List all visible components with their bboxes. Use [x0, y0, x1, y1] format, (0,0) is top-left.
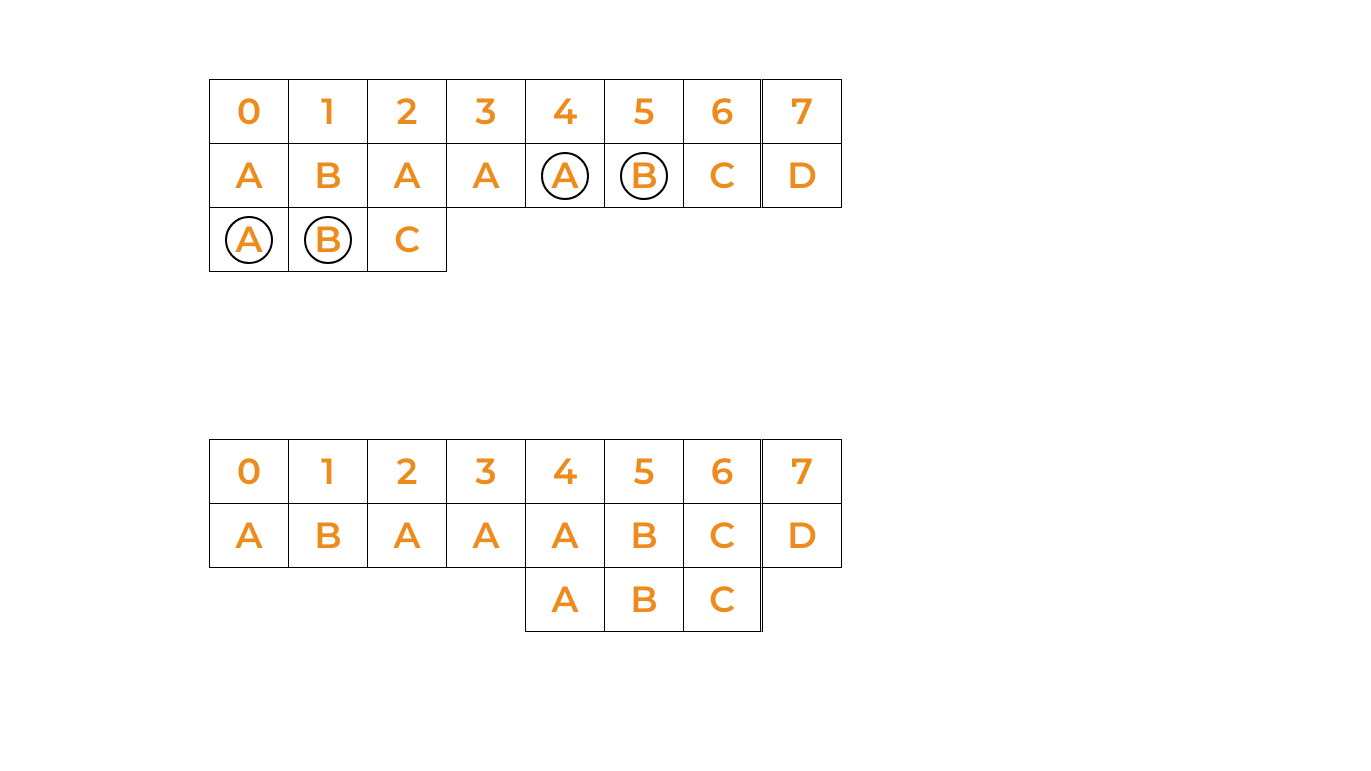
cell-value: B: [630, 578, 657, 622]
cell: 5: [604, 79, 684, 144]
cell: A: [209, 207, 289, 272]
cell-value: C: [709, 514, 735, 558]
cell: 3: [446, 79, 526, 144]
cell-value: 7: [791, 90, 813, 134]
cell-value: 2: [397, 450, 418, 494]
cell: B: [288, 143, 368, 208]
cell-value: 4: [553, 90, 577, 134]
cell: B: [288, 503, 368, 568]
cell: A: [446, 503, 526, 568]
cell-value: D: [787, 154, 817, 198]
cell-value: 6: [711, 450, 734, 494]
cell-value: 3: [476, 90, 497, 134]
cell-value: 5: [633, 450, 654, 494]
row: A B C: [210, 568, 842, 632]
cell: 4: [525, 439, 605, 504]
cell-value: 0: [237, 450, 261, 494]
cell-value: 0: [237, 90, 261, 134]
cell-value: A: [236, 514, 263, 558]
cell: C: [683, 143, 763, 208]
cell-value: 6: [711, 90, 734, 134]
cell-value: A: [394, 514, 421, 558]
cell-value: A: [394, 154, 421, 198]
cell-value: A: [552, 514, 579, 558]
cell: A: [367, 503, 447, 568]
cell: D: [762, 503, 842, 568]
spacer-cell: [288, 567, 368, 632]
cell-value: 4: [553, 450, 577, 494]
cell: A: [209, 503, 289, 568]
cell: 7: [762, 79, 842, 144]
row: ABAAABCD: [210, 504, 842, 568]
cell: 1: [288, 79, 368, 144]
cell-value: C: [394, 218, 420, 262]
cell-value: 5: [633, 90, 654, 134]
cell-value: B: [630, 514, 657, 558]
cell: D: [762, 143, 842, 208]
cell: A: [209, 143, 289, 208]
cell-value: 3: [476, 450, 497, 494]
cell-value: 2: [397, 90, 418, 134]
cell-value: B: [314, 218, 341, 262]
cell: 2: [367, 439, 447, 504]
cell-value: A: [552, 154, 579, 198]
cell: 2: [367, 79, 447, 144]
cell-value: A: [236, 154, 263, 198]
cell: A: [525, 503, 605, 568]
diagram-bottom: 01234567ABAAABCDABC: [210, 440, 842, 632]
cell: 6: [683, 439, 763, 504]
spacer-cell: [209, 567, 289, 632]
cell: C: [683, 567, 763, 632]
cell-value: B: [314, 514, 341, 558]
cell-value: B: [314, 154, 341, 198]
cell: 4: [525, 79, 605, 144]
row: 0 1 2 3 4 5 6 7: [210, 80, 842, 144]
cell-value: B: [630, 154, 657, 198]
cell-value: 1: [321, 450, 335, 494]
cell: B: [604, 503, 684, 568]
cell-value: D: [787, 514, 817, 558]
row: 0 1 2 3 4 5 6 7: [210, 440, 842, 504]
cell: A: [525, 567, 605, 632]
cell: 5: [604, 439, 684, 504]
cell-value: A: [473, 514, 500, 558]
cell-value: 7: [791, 450, 813, 494]
spacer-cell: [446, 567, 526, 632]
cell: B: [288, 207, 368, 272]
cell: 0: [209, 79, 289, 144]
row: A B C: [210, 208, 842, 272]
cell-value: C: [709, 154, 735, 198]
cell: C: [367, 207, 447, 272]
cell: C: [683, 503, 763, 568]
row: ABAAABCD: [210, 144, 842, 208]
cell: 3: [446, 439, 526, 504]
cell-value: A: [473, 154, 500, 198]
cell-value: A: [552, 578, 579, 622]
diagram-top: 01234567ABAAABCDABC: [210, 80, 842, 272]
cell: 1: [288, 439, 368, 504]
cell: A: [446, 143, 526, 208]
cell: 7: [762, 439, 842, 504]
cell: A: [367, 143, 447, 208]
spacer-cell: [367, 567, 447, 632]
cell: B: [604, 143, 684, 208]
cell: 0: [209, 439, 289, 504]
cell-value: 1: [321, 90, 335, 134]
cell-value: A: [236, 218, 263, 262]
cell: B: [604, 567, 684, 632]
cell-value: C: [709, 578, 735, 622]
cell: A: [525, 143, 605, 208]
cell: 6: [683, 79, 763, 144]
